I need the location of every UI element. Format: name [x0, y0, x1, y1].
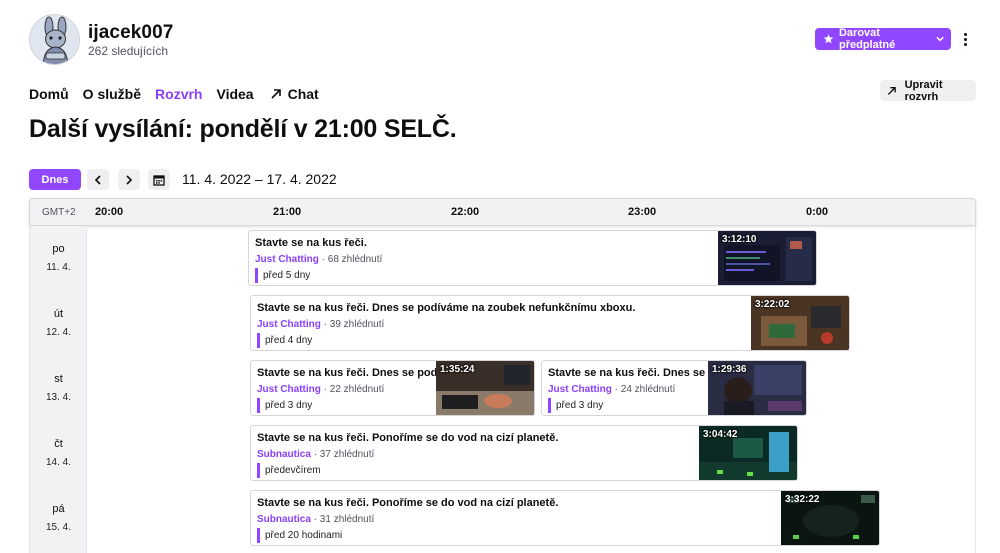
stream-meta: Subnautica · 31 zhlédnutí [257, 514, 375, 525]
stream-meta: Just Chatting · 68 zhlédnutí [255, 254, 383, 265]
calendar-button[interactable] [148, 169, 170, 190]
chevron-down-icon [936, 36, 944, 42]
stream-card[interactable]: Stavte se na kus řeči. Dnes se podívá Ju… [250, 360, 535, 416]
gift-subscription-button[interactable]: Darovat předplatné [815, 27, 951, 51]
stream-age: před 4 dny [257, 333, 312, 348]
view-count: 31 zhlédnutí [319, 514, 375, 525]
edit-schedule-button[interactable]: Upravit rozvrh [880, 78, 976, 103]
day-label: po 11. 4. [46, 243, 71, 273]
stream-title: Stavte se na kus řeči. Ponoříme se do vo… [257, 432, 559, 444]
hour-label: 20:00 [95, 206, 124, 218]
today-button[interactable]: Dnes [29, 169, 81, 190]
day-label: čt 14. 4. [45, 438, 72, 468]
stream-duration: 1:29:36 [712, 364, 747, 375]
timezone-label: GMT+2 [42, 207, 76, 218]
stream-thumbnail[interactable]: 3:32:22 [781, 491, 879, 545]
star-icon [823, 34, 834, 44]
stream-thumbnail[interactable]: 1:29:36 [708, 361, 806, 415]
stream-age: před 20 hodinami [257, 528, 342, 543]
stream-card[interactable]: Stavte se na kus řeči. Ponoříme se do vo… [250, 425, 798, 481]
stream-duration: 1:35:24 [440, 364, 475, 375]
stream-duration: 3:32:22 [785, 494, 820, 505]
tab-videos[interactable]: Videa [216, 86, 253, 102]
date-range: 11. 4. 2022 – 17. 4. 2022 [182, 171, 337, 187]
stream-category[interactable]: Just Chatting [548, 384, 612, 395]
bunny-avatar-icon [30, 15, 79, 64]
day-column: po 11. 4. út 12. 4. st 13. 4. čt 14. 4. pá 15… [30, 226, 87, 553]
stream-age: před 3 dny [257, 398, 312, 413]
stream-thumbnail[interactable]: 3:22:02 [751, 296, 849, 350]
follower-count: 262 sledujících [88, 44, 169, 58]
gift-subscription-label: Darovat předplatné [838, 27, 896, 51]
hour-label: 22:00 [451, 206, 480, 218]
view-count: 24 zhlédnutí [620, 384, 676, 395]
hour-label: 0:00 [806, 206, 829, 218]
schedule-header: GMT+2 20:00 21:00 22:00 23:00 0:00 [29, 198, 976, 226]
stream-card[interactable]: Stavte se na kus řeči. Dnes se podívá Ju… [541, 360, 807, 416]
stream-meta: Subnautica · 37 zhlédnutí [257, 449, 375, 460]
stream-thumbnail[interactable]: 3:12:10 [718, 231, 816, 285]
external-arrow-icon [271, 89, 281, 99]
more-options-icon[interactable] [957, 30, 973, 48]
day-label: út 12. 4. [45, 308, 72, 338]
stream-card[interactable]: Stavte se na kus řeči. Just Chatting · 6… [248, 230, 817, 286]
stream-category[interactable]: Just Chatting [257, 319, 321, 330]
stream-age: před 5 dny [255, 268, 310, 283]
stream-category[interactable]: Just Chatting [257, 384, 321, 395]
stream-duration: 3:22:02 [755, 299, 790, 310]
channel-avatar[interactable] [29, 14, 80, 65]
channel-nav: Domů O službě Rozvrh Videa Chat [29, 86, 319, 102]
tab-chat-label: Chat [287, 86, 319, 102]
stream-meta: Just Chatting · 39 zhlédnutí [257, 319, 385, 330]
hour-label: 23:00 [628, 206, 657, 218]
stream-thumbnail[interactable]: 1:35:24 [436, 361, 534, 415]
stream-age: před 3 dny [548, 398, 603, 413]
next-stream-headline: Další vysílání: pondělí v 21:00 SELČ. [29, 115, 457, 143]
stream-age: předevčírem [257, 463, 321, 478]
stream-duration: 3:12:10 [722, 234, 757, 245]
day-label: pá 15. 4. [45, 503, 72, 533]
chevron-left-icon [94, 174, 101, 185]
stream-meta: Just Chatting · 24 zhlédnutí [548, 384, 676, 395]
stream-category[interactable]: Subnautica [257, 449, 311, 460]
stream-title: Stavte se na kus řeči. [255, 237, 367, 249]
edit-schedule-label: Upravit rozvrh [904, 78, 943, 103]
tab-about[interactable]: O službě [83, 86, 141, 102]
view-count: 39 zhlédnutí [329, 319, 385, 330]
stream-category[interactable]: Just Chatting [255, 254, 319, 265]
tab-chat[interactable]: Chat [270, 86, 319, 102]
tab-schedule[interactable]: Rozvrh [155, 86, 202, 102]
stream-category[interactable]: Subnautica [257, 514, 311, 525]
day-label: st 13. 4. [45, 373, 72, 403]
schedule-grid: po 11. 4. út 12. 4. st 13. 4. čt 14. 4. pá 15… [29, 226, 976, 553]
hour-label: 21:00 [273, 206, 302, 218]
view-count: 37 zhlédnutí [319, 449, 375, 460]
stream-card[interactable]: Stavte se na kus řeči. Ponoříme se do vo… [250, 490, 880, 546]
previous-week-button[interactable] [87, 169, 109, 190]
chevron-right-icon [126, 174, 133, 185]
stream-meta: Just Chatting · 22 zhlédnutí [257, 384, 385, 395]
channel-name[interactable]: ijacek007 [88, 22, 173, 44]
stream-title: Stavte se na kus řeči. Dnes se podívá [257, 367, 453, 379]
view-count: 22 zhlédnutí [329, 384, 385, 395]
calendar-icon [153, 174, 165, 186]
external-arrow-icon [887, 86, 896, 95]
view-count: 68 zhlédnutí [327, 254, 383, 265]
tab-home[interactable]: Domů [29, 86, 69, 102]
next-week-button[interactable] [118, 169, 140, 190]
stream-card[interactable]: Stavte se na kus řeči. Dnes se podíváme … [250, 295, 850, 351]
stream-title: Stavte se na kus řeči. Dnes se podíváme … [257, 302, 636, 314]
stream-thumbnail[interactable]: 3:04:42 [699, 426, 797, 480]
stream-duration: 3:04:42 [703, 429, 738, 440]
stream-title: Stavte se na kus řeči. Ponoříme se do vo… [257, 497, 559, 509]
